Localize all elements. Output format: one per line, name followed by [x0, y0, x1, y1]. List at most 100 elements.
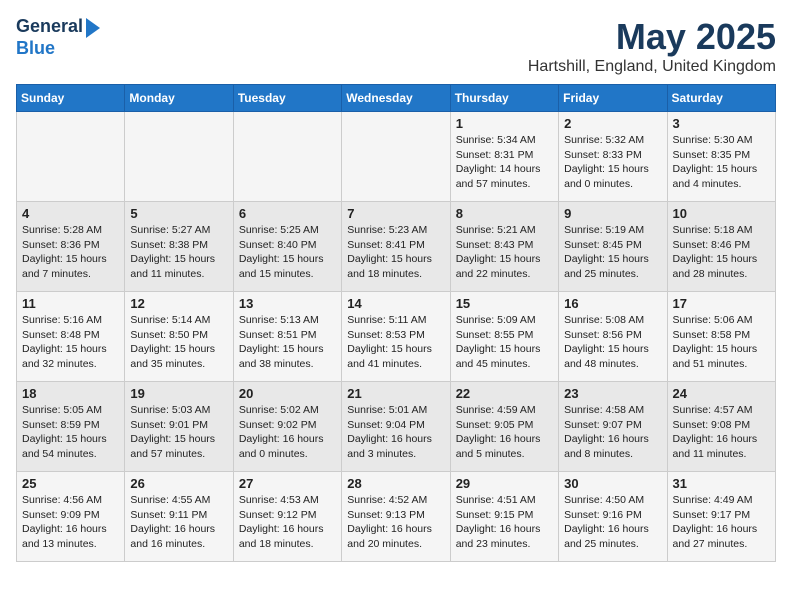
column-header-friday: Friday — [559, 85, 667, 112]
day-number: 15 — [456, 296, 553, 311]
day-info: Daylight: 16 hours and 13 minutes. — [22, 522, 119, 551]
day-number: 26 — [130, 476, 227, 491]
calendar-cell: 30Sunrise: 4:50 AMSunset: 9:16 PMDayligh… — [559, 472, 667, 562]
day-info: Sunrise: 4:51 AM — [456, 493, 553, 508]
day-info: Daylight: 15 hours and 25 minutes. — [564, 252, 661, 281]
day-info: Sunrise: 5:03 AM — [130, 403, 227, 418]
day-number: 8 — [456, 206, 553, 221]
calendar-cell: 20Sunrise: 5:02 AMSunset: 9:02 PMDayligh… — [233, 382, 341, 472]
day-info: Sunrise: 4:59 AM — [456, 403, 553, 418]
day-info: Sunrise: 5:19 AM — [564, 223, 661, 238]
calendar-cell: 21Sunrise: 5:01 AMSunset: 9:04 PMDayligh… — [342, 382, 450, 472]
day-info: Sunset: 8:40 PM — [239, 238, 336, 253]
day-info: Sunset: 9:08 PM — [673, 418, 770, 433]
day-number: 29 — [456, 476, 553, 491]
day-info: Sunrise: 5:14 AM — [130, 313, 227, 328]
calendar-cell: 14Sunrise: 5:11 AMSunset: 8:53 PMDayligh… — [342, 292, 450, 382]
calendar-cell: 4Sunrise: 5:28 AMSunset: 8:36 PMDaylight… — [17, 202, 125, 292]
day-info: Sunset: 8:36 PM — [22, 238, 119, 253]
day-info: Daylight: 15 hours and 0 minutes. — [564, 162, 661, 191]
title-block: May 2025 Hartshill, England, United King… — [528, 16, 776, 76]
day-info: Sunset: 8:38 PM — [130, 238, 227, 253]
calendar-cell: 1Sunrise: 5:34 AMSunset: 8:31 PMDaylight… — [450, 112, 558, 202]
day-info: Sunrise: 5:27 AM — [130, 223, 227, 238]
day-info: Sunset: 8:35 PM — [673, 148, 770, 163]
day-number: 1 — [456, 116, 553, 131]
logo-blue: Blue — [16, 38, 100, 60]
day-info: Sunrise: 5:32 AM — [564, 133, 661, 148]
column-header-sunday: Sunday — [17, 85, 125, 112]
calendar-cell: 18Sunrise: 5:05 AMSunset: 8:59 PMDayligh… — [17, 382, 125, 472]
day-info: Sunrise: 5:09 AM — [456, 313, 553, 328]
column-header-wednesday: Wednesday — [342, 85, 450, 112]
day-number: 31 — [673, 476, 770, 491]
day-info: Sunset: 9:15 PM — [456, 508, 553, 523]
calendar-cell: 23Sunrise: 4:58 AMSunset: 9:07 PMDayligh… — [559, 382, 667, 472]
day-number: 12 — [130, 296, 227, 311]
day-number: 11 — [22, 296, 119, 311]
day-number: 30 — [564, 476, 661, 491]
day-info: Sunrise: 5:06 AM — [673, 313, 770, 328]
day-number: 5 — [130, 206, 227, 221]
calendar-cell: 28Sunrise: 4:52 AMSunset: 9:13 PMDayligh… — [342, 472, 450, 562]
day-info: Sunset: 8:58 PM — [673, 328, 770, 343]
page-header: General Blue May 2025 Hartshill, England… — [16, 16, 776, 76]
calendar-cell: 5Sunrise: 5:27 AMSunset: 8:38 PMDaylight… — [125, 202, 233, 292]
day-info: Sunset: 8:31 PM — [456, 148, 553, 163]
week-row-1: 1Sunrise: 5:34 AMSunset: 8:31 PMDaylight… — [17, 112, 776, 202]
calendar-cell: 2Sunrise: 5:32 AMSunset: 8:33 PMDaylight… — [559, 112, 667, 202]
day-info: Sunrise: 5:30 AM — [673, 133, 770, 148]
day-info: Daylight: 15 hours and 38 minutes. — [239, 342, 336, 371]
day-info: Sunset: 9:07 PM — [564, 418, 661, 433]
day-info: Sunrise: 5:18 AM — [673, 223, 770, 238]
day-number: 10 — [673, 206, 770, 221]
day-info: Sunset: 8:33 PM — [564, 148, 661, 163]
calendar-cell — [342, 112, 450, 202]
calendar-cell: 8Sunrise: 5:21 AMSunset: 8:43 PMDaylight… — [450, 202, 558, 292]
day-number: 19 — [130, 386, 227, 401]
day-info: Daylight: 15 hours and 22 minutes. — [456, 252, 553, 281]
day-info: Sunrise: 4:50 AM — [564, 493, 661, 508]
day-number: 28 — [347, 476, 444, 491]
day-info: Sunrise: 5:05 AM — [22, 403, 119, 418]
day-number: 7 — [347, 206, 444, 221]
day-number: 21 — [347, 386, 444, 401]
day-number: 22 — [456, 386, 553, 401]
day-info: Sunrise: 4:58 AM — [564, 403, 661, 418]
day-info: Sunset: 9:05 PM — [456, 418, 553, 433]
day-info: Sunset: 8:43 PM — [456, 238, 553, 253]
day-info: Sunrise: 5:23 AM — [347, 223, 444, 238]
calendar-cell — [233, 112, 341, 202]
calendar-cell: 3Sunrise: 5:30 AMSunset: 8:35 PMDaylight… — [667, 112, 775, 202]
calendar-header-row: SundayMondayTuesdayWednesdayThursdayFrid… — [17, 85, 776, 112]
day-number: 17 — [673, 296, 770, 311]
day-info: Daylight: 16 hours and 18 minutes. — [239, 522, 336, 551]
day-info: Daylight: 16 hours and 27 minutes. — [673, 522, 770, 551]
calendar-cell: 26Sunrise: 4:55 AMSunset: 9:11 PMDayligh… — [125, 472, 233, 562]
day-number: 13 — [239, 296, 336, 311]
calendar-cell: 16Sunrise: 5:08 AMSunset: 8:56 PMDayligh… — [559, 292, 667, 382]
day-info: Daylight: 16 hours and 20 minutes. — [347, 522, 444, 551]
calendar-cell: 17Sunrise: 5:06 AMSunset: 8:58 PMDayligh… — [667, 292, 775, 382]
day-info: Sunset: 8:53 PM — [347, 328, 444, 343]
calendar-cell: 27Sunrise: 4:53 AMSunset: 9:12 PMDayligh… — [233, 472, 341, 562]
day-info: Daylight: 16 hours and 23 minutes. — [456, 522, 553, 551]
calendar-cell: 10Sunrise: 5:18 AMSunset: 8:46 PMDayligh… — [667, 202, 775, 292]
day-info: Sunset: 8:46 PM — [673, 238, 770, 253]
day-number: 14 — [347, 296, 444, 311]
day-info: Daylight: 16 hours and 3 minutes. — [347, 432, 444, 461]
week-row-3: 11Sunrise: 5:16 AMSunset: 8:48 PMDayligh… — [17, 292, 776, 382]
day-info: Sunrise: 5:01 AM — [347, 403, 444, 418]
day-number: 27 — [239, 476, 336, 491]
day-info: Daylight: 16 hours and 0 minutes. — [239, 432, 336, 461]
month-title: May 2025 — [528, 16, 776, 58]
day-info: Daylight: 15 hours and 15 minutes. — [239, 252, 336, 281]
column-header-tuesday: Tuesday — [233, 85, 341, 112]
day-info: Sunrise: 5:25 AM — [239, 223, 336, 238]
calendar-cell: 25Sunrise: 4:56 AMSunset: 9:09 PMDayligh… — [17, 472, 125, 562]
day-info: Sunrise: 5:02 AM — [239, 403, 336, 418]
day-info: Sunset: 9:11 PM — [130, 508, 227, 523]
day-info: Daylight: 15 hours and 57 minutes. — [130, 432, 227, 461]
day-info: Sunrise: 5:28 AM — [22, 223, 119, 238]
week-row-4: 18Sunrise: 5:05 AMSunset: 8:59 PMDayligh… — [17, 382, 776, 472]
